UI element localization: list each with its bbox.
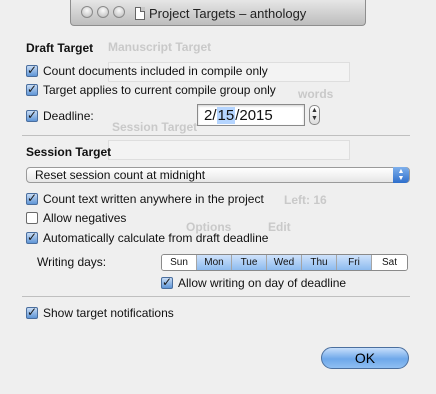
count-anywhere-option[interactable]: Count text written anywhere in the proje… (26, 191, 264, 206)
deadline-year[interactable]: 2015 (239, 107, 272, 124)
title-group: Project Targets – anthology (135, 5, 306, 21)
divider-2 (22, 296, 410, 297)
auto-calc-checkbox[interactable] (26, 230, 38, 244)
notifications-option[interactable]: Show target notifications (26, 305, 174, 320)
count-anywhere-checkbox[interactable] (26, 191, 38, 205)
ok-button[interactable]: OK (321, 347, 409, 369)
title-bar: Project Targets – anthology (70, 0, 366, 26)
deadline-checkbox[interactable] (26, 108, 38, 122)
writing-days-segmented[interactable]: Sun Mon Tue Wed Thu Fri Sat (161, 254, 408, 271)
stepper-up-icon[interactable]: ▲ (311, 107, 318, 115)
day-fri[interactable]: Fri (337, 255, 372, 270)
document-icon (135, 6, 145, 20)
ghost-edit: Edit (268, 220, 291, 234)
writing-days-label: Writing days: (37, 255, 107, 269)
compile-group-label: Target applies to current compile group … (43, 83, 276, 97)
ghost-manuscript-target: Manuscript Target (108, 40, 212, 54)
close-window-button[interactable] (81, 6, 93, 18)
project-targets-sheet: Manuscript Target words Session Target L… (0, 0, 436, 394)
notifications-label: Show target notifications (43, 306, 174, 320)
auto-calc-label: Automatically calculate from draft deadl… (43, 231, 269, 245)
deadline-day-option[interactable]: Allow writing on day of deadline (161, 275, 347, 290)
day-sun[interactable]: Sun (162, 255, 197, 270)
session-reset-value: Reset session count at midnight (35, 168, 206, 182)
compile-only-option[interactable]: Count documents included in compile only (26, 63, 268, 78)
ghost-field-2 (108, 140, 350, 160)
ghost-words: words (298, 87, 334, 101)
ghost-session-target: Session Target (112, 120, 198, 134)
window-title: Project Targets – anthology (149, 5, 307, 21)
deadline-day[interactable]: 15 (216, 106, 236, 124)
divider (22, 135, 410, 136)
compile-only-label: Count documents included in compile only (43, 64, 268, 78)
allow-negatives-label: Allow negatives (43, 211, 127, 225)
zoom-window-button[interactable] (113, 6, 125, 18)
auto-calc-option[interactable]: Automatically calculate from draft deadl… (26, 230, 269, 245)
day-mon[interactable]: Mon (197, 255, 232, 270)
session-target-heading: Session Target (26, 145, 112, 159)
day-tue[interactable]: Tue (232, 255, 267, 270)
compile-group-checkbox[interactable] (26, 82, 38, 96)
day-wed[interactable]: Wed (267, 255, 302, 270)
ghost-left: Left: 16 (284, 193, 327, 207)
stepper-down-icon[interactable]: ▼ (311, 115, 318, 123)
allow-negatives-checkbox[interactable] (26, 212, 38, 224)
session-reset-popup[interactable]: Reset session count at midnight ▲ ▼ (26, 167, 410, 183)
deadline-day-checkbox[interactable] (161, 275, 173, 289)
allow-negatives-option[interactable]: Allow negatives (26, 211, 126, 225)
popup-arrows-icon: ▲ ▼ (393, 167, 409, 183)
deadline-month[interactable]: 2 (204, 107, 212, 124)
minimize-window-button[interactable] (97, 6, 109, 18)
deadline-date-field[interactable]: 2/15/2015 (197, 104, 305, 126)
deadline-label: Deadline: (43, 109, 94, 123)
date-stepper[interactable]: ▲ ▼ (309, 105, 320, 125)
draft-target-heading: Draft Target (26, 41, 94, 55)
notifications-checkbox[interactable] (26, 305, 38, 319)
deadline-day-label: Allow writing on day of deadline (178, 276, 347, 290)
day-sat[interactable]: Sat (372, 255, 407, 270)
count-anywhere-label: Count text written anywhere in the proje… (43, 192, 264, 206)
day-thu[interactable]: Thu (302, 255, 337, 270)
compile-only-checkbox[interactable] (26, 63, 38, 77)
deadline-option[interactable]: Deadline: (26, 108, 94, 123)
compile-group-option[interactable]: Target applies to current compile group … (26, 82, 276, 97)
